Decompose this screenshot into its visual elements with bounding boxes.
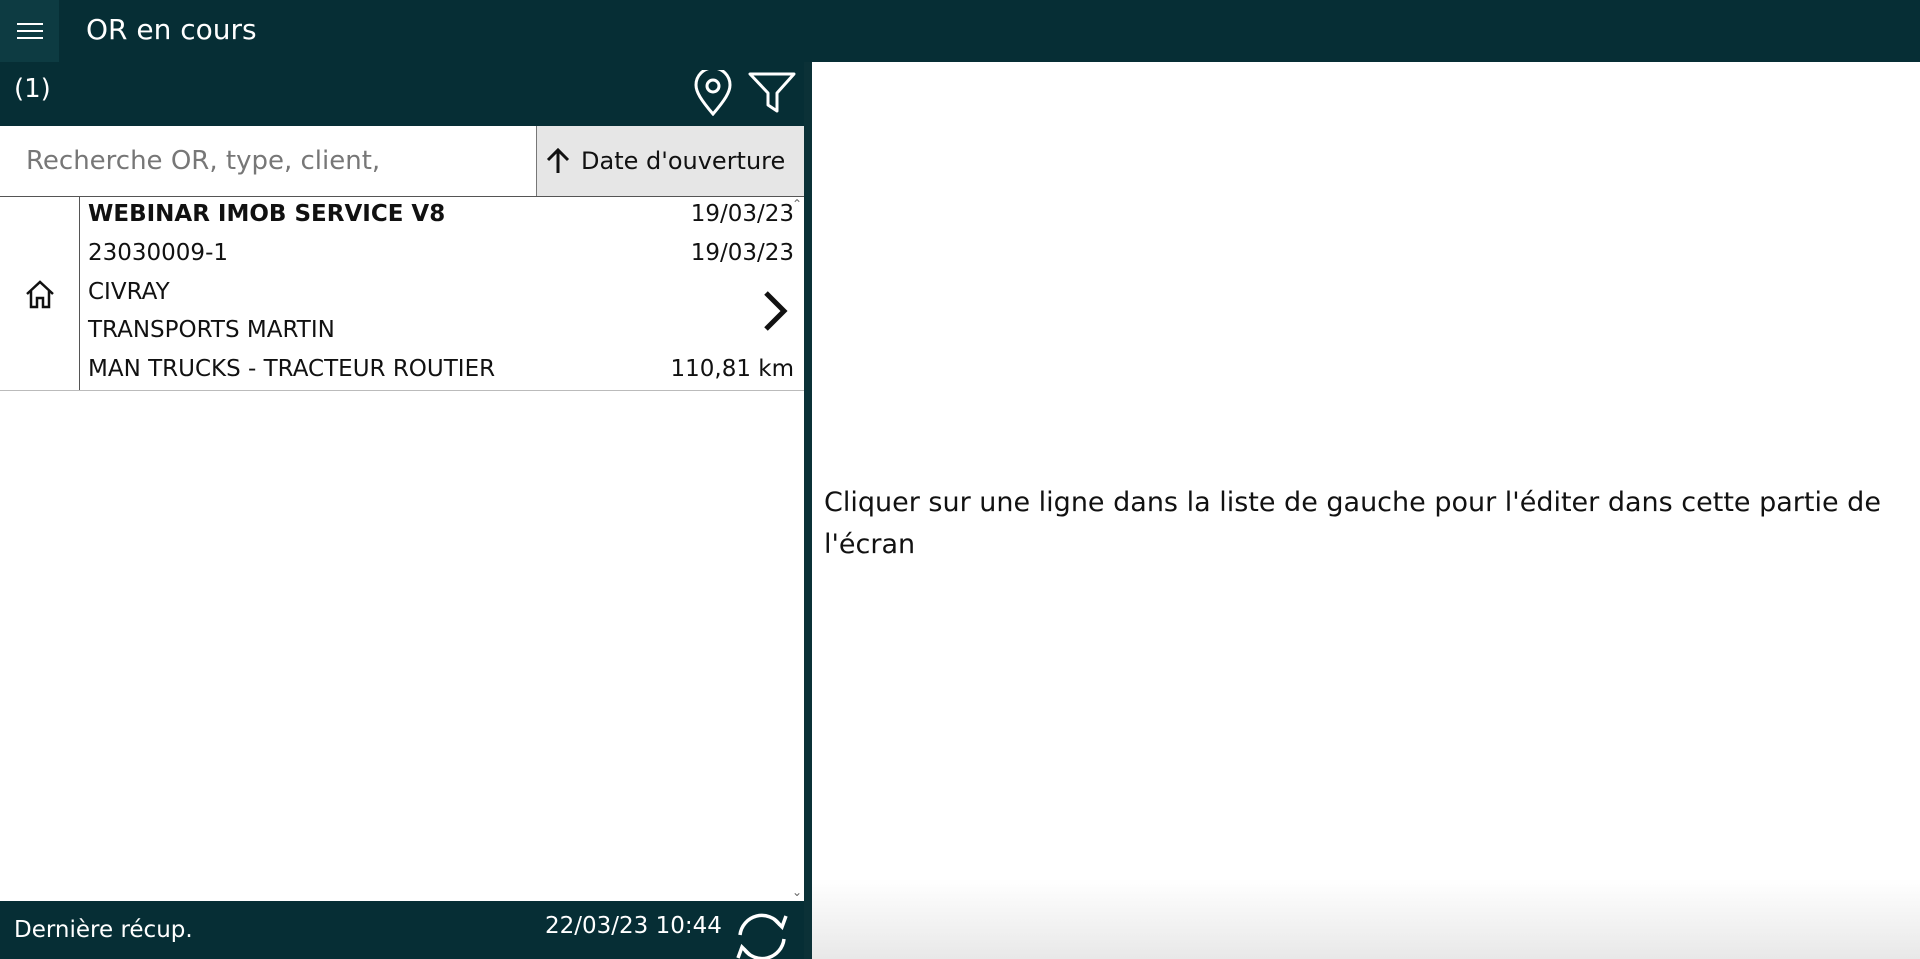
- scroll-down-icon[interactable]: ⌄: [792, 885, 802, 899]
- search-bar: Date d'ouverture: [0, 126, 804, 197]
- page-title: OR en cours: [86, 13, 257, 46]
- result-count: (1): [14, 74, 51, 104]
- detail-pane: Cliquer sur une ligne dans la liste de g…: [812, 62, 1920, 959]
- order-date: 19/03/23: [690, 201, 794, 227]
- menu-button[interactable]: [0, 0, 59, 62]
- filter-button[interactable]: [747, 68, 797, 118]
- work-order-list: WEBINAR IMOB SERVICE V8 19/03/23 2303000…: [0, 197, 804, 901]
- list-toolbar: (1): [0, 62, 804, 126]
- scroll-up-icon[interactable]: ⌃: [792, 197, 802, 211]
- hamburger-icon: [16, 23, 43, 39]
- sort-label: Date d'ouverture: [581, 147, 786, 175]
- order-distance: 110,81 km: [670, 356, 794, 382]
- sync-footer: Dernière récup. 22/03/23 10:44: [0, 901, 804, 959]
- list-pane: (1) Date d'ouverture: [0, 62, 804, 959]
- home-icon: [25, 279, 54, 308]
- sort-button[interactable]: Date d'ouverture: [536, 126, 804, 196]
- refresh-icon[interactable]: [730, 905, 794, 959]
- order-date-secondary: 19/03/23: [690, 240, 794, 266]
- last-sync-label: Dernière récup.: [14, 917, 193, 943]
- search-input[interactable]: [0, 126, 536, 196]
- detail-hint: Cliquer sur une ligne dans la liste de g…: [824, 487, 1881, 560]
- map-pin-icon: [694, 70, 732, 116]
- location-button[interactable]: [688, 68, 738, 118]
- last-sync-timestamp: 22/03/23 10:44: [545, 913, 722, 939]
- detail-bottom-shade: [812, 879, 1920, 959]
- app-header: OR en cours: [0, 0, 1920, 62]
- order-vehicle: MAN TRUCKS - TRACTEUR ROUTIER: [88, 356, 496, 382]
- list-item[interactable]: WEBINAR IMOB SERVICE V8 19/03/23 2303000…: [0, 197, 804, 391]
- arrow-up-icon: [546, 147, 570, 173]
- filter-icon: [748, 72, 796, 113]
- order-site: CIVRAY: [88, 279, 170, 305]
- row-icon-cell: [0, 197, 80, 390]
- order-title: WEBINAR IMOB SERVICE V8: [88, 201, 446, 227]
- chevron-right-icon[interactable]: [760, 289, 790, 333]
- pane-divider[interactable]: [804, 62, 812, 959]
- order-client: TRANSPORTS MARTIN: [88, 317, 335, 343]
- order-number: 23030009-1: [88, 240, 228, 266]
